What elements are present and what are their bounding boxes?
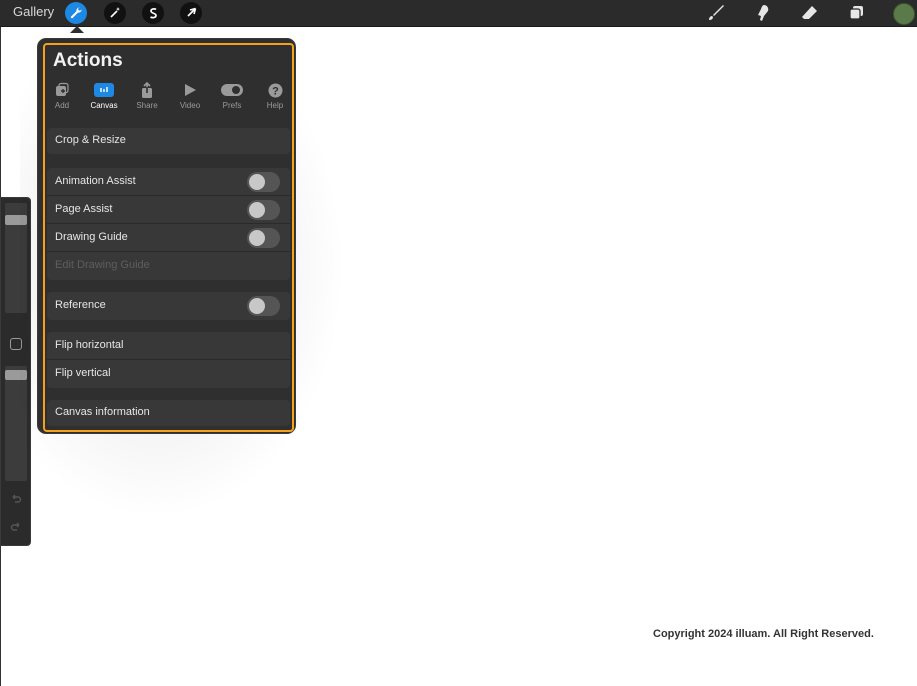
drawing-guide-item: Drawing Guide — [47, 224, 290, 252]
svg-text:?: ? — [272, 85, 279, 97]
drawing-guide-label: Drawing Guide — [55, 231, 128, 243]
animation-assist-label: Animation Assist — [55, 175, 136, 187]
reference-label: Reference — [55, 299, 106, 311]
toggle-knob — [249, 298, 265, 314]
eraser-icon[interactable] — [798, 3, 820, 23]
crop-resize-label: Crop & Resize — [55, 134, 126, 146]
tab-canvas-label: Canvas — [90, 101, 118, 110]
toggle-icon — [212, 80, 252, 100]
reference-item: Reference — [47, 292, 290, 320]
flip-vertical-item[interactable]: Flip vertical — [47, 360, 290, 388]
help-icon: ? — [255, 80, 295, 100]
layers-icon[interactable] — [845, 3, 867, 23]
tab-share-label: Share — [136, 101, 158, 110]
smudge-icon[interactable] — [751, 3, 773, 23]
toggle-knob — [249, 174, 265, 190]
brush-icon[interactable] — [705, 3, 727, 23]
flip-horizontal-item[interactable]: Flip horizontal — [47, 332, 290, 360]
page-assist-toggle[interactable] — [247, 200, 280, 220]
edit-drawing-guide-item: Edit Drawing Guide — [47, 252, 290, 280]
edit-drawing-guide-label: Edit Drawing Guide — [55, 259, 150, 271]
panel-title: Actions — [53, 50, 123, 71]
flip-horizontal-label: Flip horizontal — [55, 339, 124, 351]
tab-video-label: Video — [179, 101, 201, 110]
tab-canvas[interactable]: Canvas — [84, 80, 124, 114]
toggle-knob — [249, 230, 265, 246]
page-assist-label: Page Assist — [55, 203, 113, 215]
play-icon — [170, 80, 210, 100]
magic-wand-icon[interactable] — [104, 2, 126, 24]
gallery-button[interactable]: Gallery — [13, 4, 54, 19]
tab-video[interactable]: Video — [170, 80, 210, 114]
actions-tabs: Add Canvas Share Video Prefs ? Help — [47, 80, 291, 114]
tab-share[interactable]: Share — [127, 80, 167, 114]
canvas-information-item[interactable]: Canvas information — [47, 400, 290, 426]
tab-add-label: Add — [54, 101, 70, 110]
top-toolbar: Gallery — [0, 0, 917, 27]
crop-resize-item[interactable]: Crop & Resize — [47, 128, 290, 154]
canvas-icon — [84, 80, 124, 100]
toggle-knob — [249, 202, 265, 218]
reference-toggle[interactable] — [247, 296, 280, 316]
add-image-icon — [42, 80, 82, 100]
drawing-guide-toggle[interactable] — [247, 228, 280, 248]
color-picker-button[interactable] — [893, 3, 915, 25]
tab-help[interactable]: ? Help — [255, 80, 295, 114]
transform-arrow-icon[interactable] — [180, 2, 202, 24]
tab-prefs-label: Prefs — [222, 101, 242, 110]
copyright-text: Copyright 2024 illuam. All Right Reserve… — [653, 628, 874, 640]
share-icon — [127, 80, 167, 100]
page-assist-item: Page Assist — [47, 196, 290, 224]
popover-caret — [70, 26, 84, 33]
tab-help-label: Help — [266, 101, 284, 110]
tab-add[interactable]: Add — [42, 80, 82, 114]
animation-assist-toggle[interactable] — [247, 172, 280, 192]
canvas-information-label: Canvas information — [55, 406, 150, 418]
selection-s-icon[interactable] — [142, 2, 164, 24]
animation-assist-item: Animation Assist — [47, 168, 290, 196]
flip-vertical-label: Flip vertical — [55, 367, 111, 379]
tab-prefs[interactable]: Prefs — [212, 80, 252, 114]
wrench-icon[interactable] — [65, 2, 87, 24]
